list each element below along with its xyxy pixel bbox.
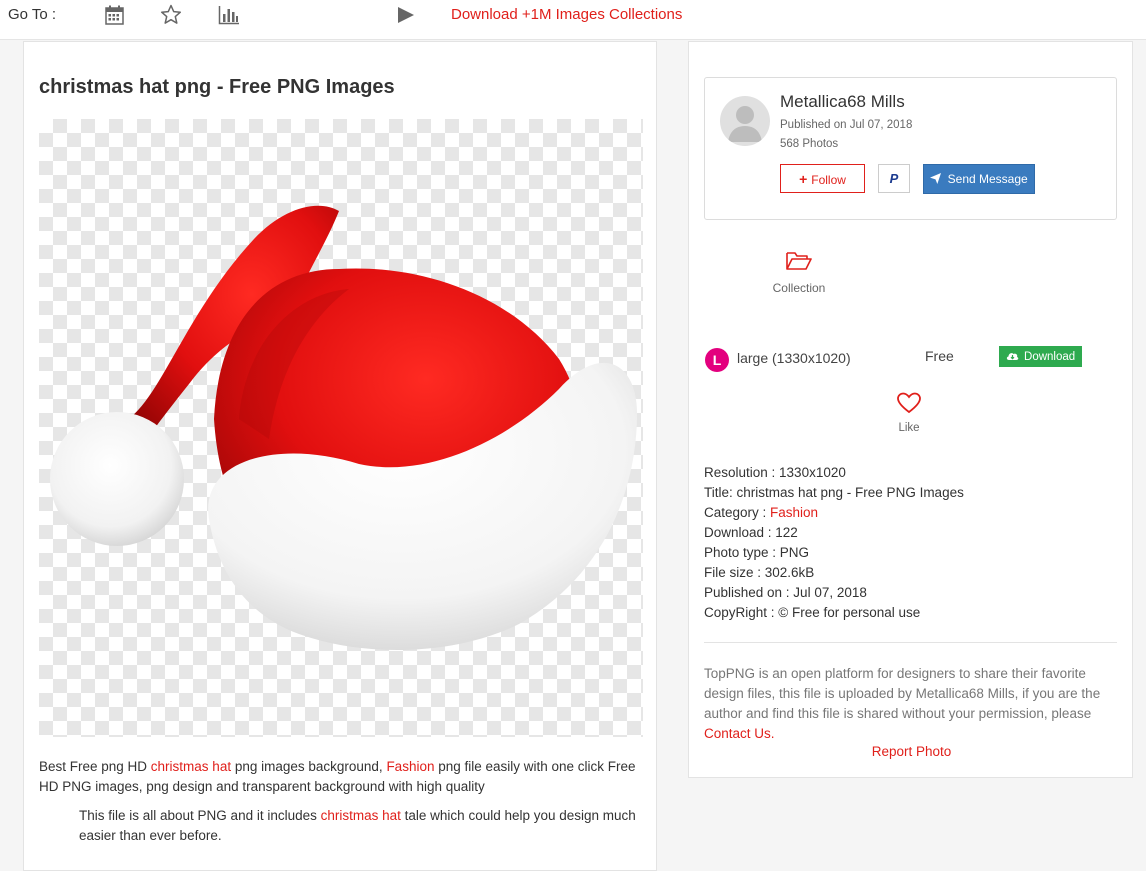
meta-copyright: CopyRight : © Free for personal use bbox=[704, 605, 921, 620]
report-container: Report Photo bbox=[689, 744, 1134, 759]
heart-icon bbox=[896, 392, 922, 419]
meta-title: Title: christmas hat png - Free PNG Imag… bbox=[704, 485, 964, 500]
author-name[interactable]: Metallica68 Mills bbox=[780, 92, 905, 112]
meta-category-label: Category : bbox=[704, 505, 771, 520]
description-text: This file is all about PNG and it includ… bbox=[79, 808, 321, 823]
image-metadata: Resolution : 1330x1020 Title: christmas … bbox=[704, 463, 1124, 623]
paypal-button[interactable]: P bbox=[878, 164, 910, 193]
divider bbox=[704, 642, 1117, 643]
star-icon[interactable] bbox=[160, 4, 182, 26]
collection-button[interactable]: Collection bbox=[759, 250, 839, 295]
paypal-icon: P bbox=[889, 171, 899, 186]
top-navigation-bar: Go To : Download +1M Images Collections bbox=[0, 0, 1146, 40]
meta-resolution: Resolution : 1330x1020 bbox=[704, 465, 846, 480]
size-label: large (1330x1020) bbox=[737, 350, 851, 366]
size-badge: L bbox=[705, 348, 729, 372]
description-text: png images background, bbox=[231, 759, 387, 774]
price-label: Free bbox=[925, 348, 954, 364]
meta-category: Category : Fashion bbox=[704, 503, 1124, 523]
meta-photo-type: Photo type : PNG bbox=[704, 545, 810, 560]
plus-icon: + bbox=[799, 170, 808, 187]
christmas-hat-link[interactable]: christmas hat bbox=[151, 759, 231, 774]
report-photo-link[interactable]: Report Photo bbox=[872, 744, 952, 759]
follow-label: Follow bbox=[811, 172, 846, 187]
page-title: christmas hat png - Free PNG Images bbox=[39, 76, 395, 98]
download-label: Download bbox=[1024, 350, 1076, 363]
notice-text: TopPNG is an open platform for designers… bbox=[704, 666, 1101, 721]
cloud-download-icon bbox=[1006, 351, 1022, 363]
image-preview bbox=[39, 119, 643, 737]
download-collections-link[interactable]: Download +1M Images Collections bbox=[451, 6, 682, 23]
like-button[interactable]: Like bbox=[884, 391, 934, 434]
user-silhouette-icon bbox=[728, 106, 762, 142]
play-icon[interactable] bbox=[395, 4, 417, 26]
christmas-hat-tag-link[interactable]: christmas hat bbox=[321, 808, 401, 823]
paper-plane-icon bbox=[930, 172, 944, 186]
folder-open-icon bbox=[785, 252, 813, 276]
bar-chart-icon[interactable] bbox=[218, 4, 240, 26]
goto-label: Go To : bbox=[8, 6, 57, 23]
platform-notice: TopPNG is an open platform for designers… bbox=[704, 664, 1117, 744]
avatar[interactable] bbox=[720, 96, 770, 146]
download-button[interactable]: Download bbox=[999, 346, 1082, 367]
follow-button[interactable]: + Follow bbox=[780, 164, 865, 193]
send-message-button[interactable]: Send Message bbox=[923, 164, 1035, 194]
meta-published: Published on : Jul 07, 2018 bbox=[704, 585, 867, 600]
author-box: Metallica68 Mills Published on Jul 07, 2… bbox=[704, 77, 1117, 220]
author-published-date: Published on Jul 07, 2018 bbox=[780, 119, 913, 131]
meta-downloads: Download : 122 bbox=[704, 525, 798, 540]
calendar-icon[interactable] bbox=[104, 4, 126, 26]
sidebar-card: Metallica68 Mills Published on Jul 07, 2… bbox=[688, 41, 1133, 778]
category-link[interactable]: Fashion bbox=[770, 505, 818, 520]
collection-label: Collection bbox=[772, 281, 826, 295]
author-photo-count: 568 Photos bbox=[780, 138, 839, 150]
image-detail-card: christmas hat png - Free PNG Images Best… bbox=[23, 41, 657, 871]
christmas-hat-image bbox=[50, 205, 638, 651]
contact-us-link[interactable]: Contact Us. bbox=[704, 726, 775, 741]
image-description-more: This file is all about PNG and it includ… bbox=[79, 806, 644, 846]
description-text: Best Free png HD bbox=[39, 759, 151, 774]
fashion-link[interactable]: Fashion bbox=[386, 759, 434, 774]
image-description: Best Free png HD christmas hat png image… bbox=[39, 757, 639, 797]
send-message-label: Send Message bbox=[947, 172, 1028, 186]
meta-file-size: File size : 302.6kB bbox=[704, 565, 815, 580]
like-label: Like bbox=[898, 422, 920, 434]
